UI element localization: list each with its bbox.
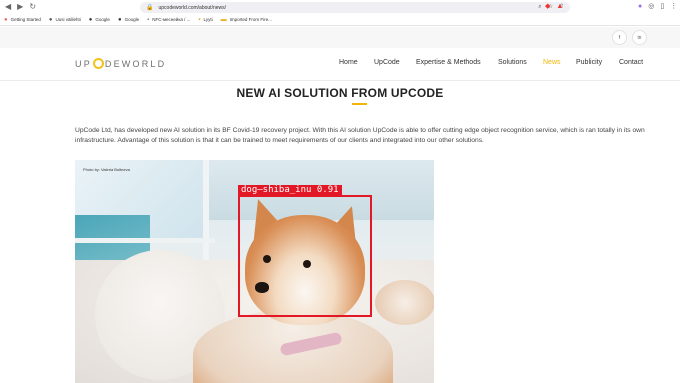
detection-label: dog–shiba_inu 0.91: [238, 185, 342, 196]
menu-item-publicity[interactable]: Publicity: [576, 59, 602, 66]
profile-icon[interactable]: ●: [638, 2, 642, 11]
page-icon: ▪: [198, 16, 201, 23]
article-body: UpCode Ltd, has developed new AI solutio…: [75, 127, 645, 144]
bookmark-item[interactable]: ▪ Lyyti: [198, 17, 212, 23]
menu-item-expertise[interactable]: Expertise & Methods: [416, 59, 481, 66]
forward-icon[interactable]: ▶: [17, 3, 23, 11]
site-header: UP DEWORLD Home UpCode Expertise & Method…: [0, 48, 680, 81]
page-icon: ▪: [147, 16, 150, 23]
site-logo[interactable]: UP DEWORLD: [75, 58, 166, 69]
zoom-icon[interactable]: ⌕: [538, 4, 541, 11]
logo-ring-icon: [92, 58, 104, 69]
sidebar-icon[interactable]: ▯: [660, 2, 664, 11]
linkedin-icon[interactable]: in: [632, 30, 647, 45]
window-frame: [75, 238, 215, 243]
extensions-area: ◆ ▲: [545, 2, 563, 11]
bookmark-item[interactable]: ▬ Imported From Fire...: [221, 17, 272, 23]
page-title: NEW AI SOLUTION FROM UPCODE: [236, 86, 444, 100]
reload-icon[interactable]: ↻: [29, 3, 36, 11]
title-underline: [352, 103, 367, 105]
menu-item-upcode[interactable]: UpCode: [374, 59, 400, 66]
browser-actions: ● ◎ ▯ ⋮: [638, 2, 677, 11]
menu-item-contact[interactable]: Contact: [619, 59, 643, 66]
bookmark-item[interactable]: ▪ NFC-меснейка / ...: [147, 17, 190, 23]
detection-box: [238, 195, 372, 317]
browser-toolbar: ◀ ▶ ↻ 🔒 upcodeworld.com/about/news/ ⌕ ☆ …: [0, 0, 680, 14]
article-image: Photo by: Valeria Boltneva dog–shiba_inu…: [75, 160, 434, 383]
google-icon: ●: [88, 16, 93, 23]
address-bar[interactable]: 🔒 upcodeworld.com/about/news/ ⌕ ☆ ⇧: [140, 2, 570, 13]
photo-credit: Photo by: Valeria Boltneva: [83, 167, 130, 172]
lock-icon: 🔒: [146, 5, 154, 11]
globe-icon: ●: [48, 16, 53, 23]
firefox-icon: ●: [4, 16, 8, 23]
menu-item-home[interactable]: Home: [339, 59, 358, 66]
window-frame: [203, 160, 209, 270]
menu-item-news[interactable]: News: [543, 59, 561, 66]
shield-extension-icon[interactable]: ◆: [545, 2, 550, 11]
bookmark-item[interactable]: ● Uusi välilehti: [49, 17, 81, 23]
google-icon: ●: [117, 16, 122, 23]
bookmarks-bar: ● Getting Started ● Uusi välilehti ● Google…: [0, 14, 680, 26]
nav-buttons: ◀ ▶ ↻: [0, 3, 140, 11]
alert-extension-icon[interactable]: ▲: [556, 2, 563, 11]
dog-paw: [375, 280, 434, 325]
menu-item-solutions[interactable]: Solutions: [498, 59, 527, 66]
facebook-icon[interactable]: f: [612, 30, 627, 45]
bookmark-item[interactable]: ● Google: [118, 17, 139, 23]
folder-icon: ▬: [220, 16, 227, 23]
url-text[interactable]: upcodeworld.com/about/news/: [158, 5, 226, 11]
puzzle-icon[interactable]: ◎: [648, 2, 654, 11]
social-bar: f in: [0, 27, 680, 48]
menu-icon[interactable]: ⋮: [670, 2, 677, 11]
back-icon[interactable]: ◀: [5, 3, 11, 11]
bookmark-item[interactable]: ● Google: [89, 17, 110, 23]
bookmark-item[interactable]: ● Getting Started: [4, 17, 41, 23]
